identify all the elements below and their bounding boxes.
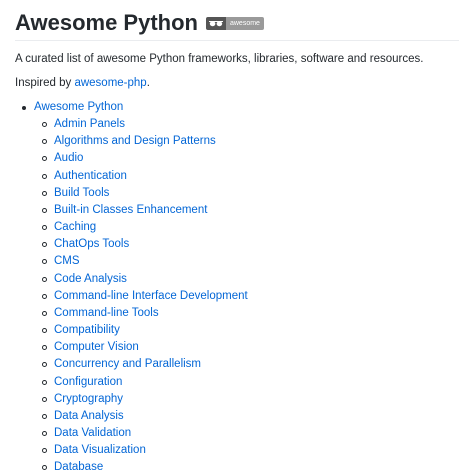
circle-bullet-icon — [42, 207, 47, 213]
toc-item-link[interactable]: Concurrency and Parallelism — [54, 358, 201, 370]
toc-item: Audio — [34, 150, 248, 167]
circle-bullet-icon — [42, 190, 47, 196]
toc-item: Admin Panels — [34, 116, 248, 133]
description: A curated list of awesome Python framewo… — [15, 53, 424, 65]
circle-bullet-icon — [42, 448, 47, 454]
toc-item-link[interactable]: CMS — [54, 255, 80, 267]
toc-item: Configuration — [34, 374, 248, 391]
circle-bullet-icon — [42, 276, 47, 282]
circle-bullet-icon — [42, 396, 47, 402]
toc-item-link[interactable]: Caching — [54, 221, 96, 233]
toc-item: Command-line Tools — [34, 305, 248, 322]
circle-bullet-icon — [42, 173, 47, 179]
toc-root-item: Awesome Python Admin Panels Algorithms an… — [15, 99, 248, 476]
circle-bullet-icon — [42, 242, 47, 248]
circle-bullet-icon — [42, 259, 47, 265]
toc-item-link[interactable]: Algorithms and Design Patterns — [54, 135, 216, 147]
toc-item-link[interactable]: Computer Vision — [54, 341, 139, 353]
toc-item-link[interactable]: Configuration — [54, 376, 122, 388]
toc-item: Computer Vision — [34, 339, 248, 356]
toc-item-link[interactable]: Admin Panels — [54, 118, 125, 130]
badge-label: awesome — [225, 17, 264, 30]
circle-bullet-icon — [42, 345, 47, 351]
toc-item: Build Tools — [34, 185, 248, 202]
circle-bullet-icon — [42, 379, 47, 385]
inspired-prefix: Inspired by — [15, 77, 75, 89]
toc-item-link[interactable]: Build Tools — [54, 187, 109, 199]
toc-item: Authentication — [34, 168, 248, 185]
toc-item-link[interactable]: Audio — [54, 152, 83, 164]
circle-bullet-icon — [42, 430, 47, 436]
toc-sublist: Admin Panels Algorithms and Design Patter… — [34, 116, 248, 476]
toc-item-link[interactable]: Database — [54, 461, 103, 473]
toc-item: Database — [34, 459, 248, 476]
toc-item-link[interactable]: Data Analysis — [54, 410, 124, 422]
toc-item: ChatOps Tools — [34, 236, 248, 253]
circle-bullet-icon — [42, 413, 47, 419]
toc-item-link[interactable]: Command-line Interface Development — [54, 290, 248, 302]
toc-item: Compatibility — [34, 322, 248, 339]
toc-item: Data Analysis — [34, 408, 248, 425]
circle-bullet-icon — [42, 328, 47, 334]
table-of-contents: Awesome Python Admin Panels Algorithms an… — [15, 99, 248, 476]
disc-bullet-icon — [22, 106, 26, 110]
circle-bullet-icon — [42, 156, 47, 162]
toc-item: Algorithms and Design Patterns — [34, 133, 248, 150]
circle-bullet-icon — [42, 310, 47, 316]
circle-bullet-icon — [42, 139, 47, 145]
toc-item-link[interactable]: Data Visualization — [54, 444, 146, 456]
toc-item-link[interactable]: Cryptography — [54, 393, 123, 405]
toc-item-link[interactable]: ChatOps Tools — [54, 238, 129, 250]
toc-item: CMS — [34, 253, 248, 270]
awesome-badge[interactable]: awesome — [205, 17, 264, 30]
page-title: Awesome Python — [15, 10, 198, 35]
circle-bullet-icon — [42, 293, 47, 299]
toc-item: Built-in Classes Enhancement — [34, 202, 248, 219]
toc-item-link[interactable]: Data Validation — [54, 427, 131, 439]
toc-item-link[interactable]: Authentication — [54, 170, 127, 182]
circle-bullet-icon — [42, 225, 47, 231]
toc-item-link[interactable]: Code Analysis — [54, 273, 127, 285]
inspired-suffix: . — [146, 77, 150, 89]
circle-bullet-icon — [42, 122, 47, 128]
title-divider — [15, 40, 459, 41]
awesome-php-link[interactable]: awesome-php — [74, 77, 146, 89]
toc-item: Cryptography — [34, 391, 248, 408]
toc-item: Caching — [34, 219, 248, 236]
toc-item: Concurrency and Parallelism — [34, 356, 248, 373]
toc-item: Code Analysis — [34, 271, 248, 288]
toc-item: Command-line Interface Development — [34, 288, 248, 305]
sunglasses-icon — [205, 17, 226, 30]
title-row: Awesome Python awesome — [15, 10, 264, 36]
toc-item-link[interactable]: Command-line Tools — [54, 307, 159, 319]
toc-item-link[interactable]: Built-in Classes Enhancement — [54, 204, 207, 216]
inspired-by-line: Inspired by awesome-php. — [15, 75, 150, 91]
toc-item-link[interactable]: Compatibility — [54, 324, 120, 336]
toc-item: Data Visualization — [34, 442, 248, 459]
circle-bullet-icon — [42, 362, 47, 368]
toc-root-link[interactable]: Awesome Python — [34, 101, 123, 113]
toc-item: Data Validation — [34, 425, 248, 442]
